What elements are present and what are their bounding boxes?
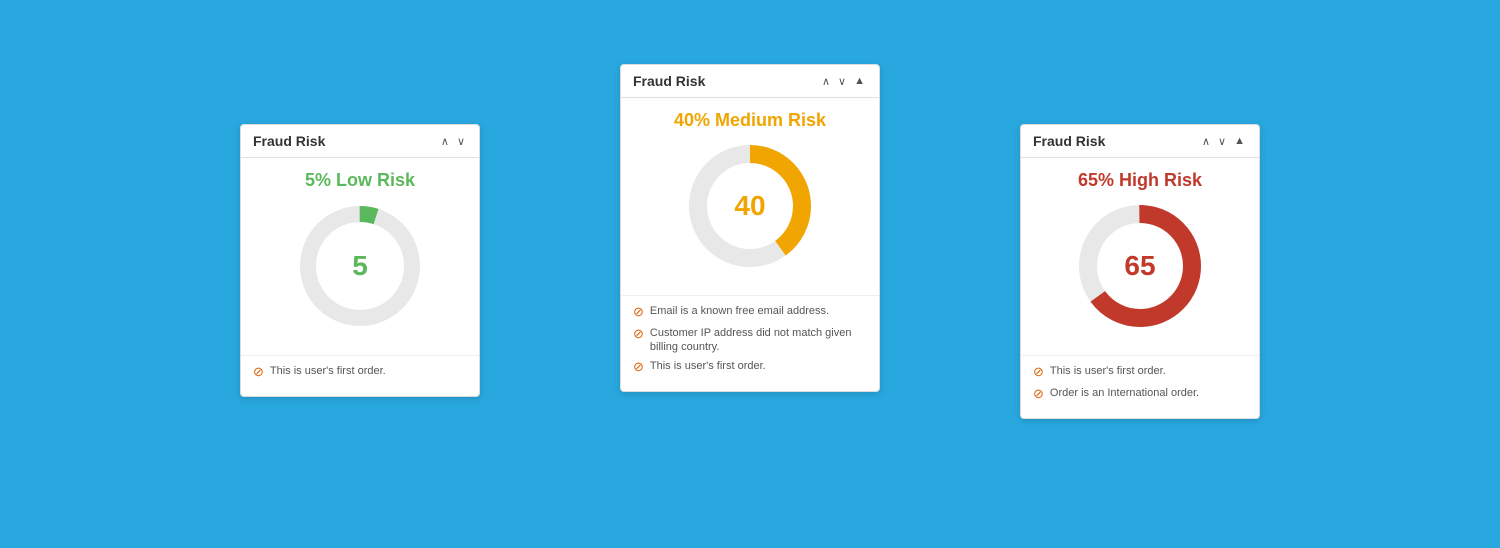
card-center-expand-btn[interactable]: ∨ — [836, 75, 848, 88]
card-right-expand-btn[interactable]: ∨ — [1216, 135, 1228, 148]
warning-icon-3: ⊘ — [633, 359, 644, 376]
card-center-donut: 40 — [685, 141, 815, 271]
warning-text: This is user's first order. — [270, 364, 386, 378]
warning-item-r2: ⊘ Order is an International order. — [1033, 386, 1247, 403]
warning-item-3: ⊘ This is user's first order. — [633, 359, 867, 376]
warning-icon-r1: ⊘ — [1033, 364, 1044, 381]
warning-text-r1: This is user's first order. — [1050, 364, 1166, 378]
card-low-risk: Fraud Risk ∧ ∨ 5% Low Risk 5 ⊘ This is u… — [240, 124, 480, 397]
card-right-controls: ∧ ∨ ▲ — [1200, 135, 1247, 148]
warning-icon-r2: ⊘ — [1033, 386, 1044, 403]
warning-text-1: Email is a known free email address. — [650, 304, 829, 318]
card-right-up-btn[interactable]: ▲ — [1232, 135, 1247, 147]
warning-item-r1: ⊘ This is user's first order. — [1033, 364, 1247, 381]
warning-text-r2: Order is an International order. — [1050, 386, 1199, 400]
card-left-collapse-btn[interactable]: ∧ — [439, 135, 451, 148]
card-right-value: 65 — [1124, 250, 1155, 282]
warning-item-2: ⊘ Customer IP address did not match give… — [633, 326, 867, 355]
card-high-risk: Fraud Risk ∧ ∨ ▲ 65% High Risk 65 ⊘ This… — [1020, 124, 1260, 419]
card-center-header: Fraud Risk ∧ ∨ ▲ — [621, 65, 879, 98]
card-left-donut: 5 — [295, 201, 425, 331]
card-center-up-btn[interactable]: ▲ — [852, 75, 867, 87]
card-center-warnings: ⊘ Email is a known free email address. ⊘… — [621, 295, 879, 391]
card-right-warnings: ⊘ This is user's first order. ⊘ Order is… — [1021, 355, 1259, 418]
card-left-controls: ∧ ∨ — [439, 135, 467, 148]
card-left-body: 5% Low Risk 5 — [241, 158, 479, 355]
card-left-title: Fraud Risk — [253, 133, 325, 149]
card-right-collapse-btn[interactable]: ∧ — [1200, 135, 1212, 148]
card-center-value: 40 — [734, 190, 765, 222]
card-left-value: 5 — [352, 250, 368, 282]
warning-text-3: This is user's first order. — [650, 359, 766, 373]
card-left-header: Fraud Risk ∧ ∨ — [241, 125, 479, 158]
card-right-title: Fraud Risk — [1033, 133, 1105, 149]
warning-item-1: ⊘ Email is a known free email address. — [633, 304, 867, 321]
card-right-header: Fraud Risk ∧ ∨ ▲ — [1021, 125, 1259, 158]
card-left-risk-label: 5% Low Risk — [257, 170, 463, 191]
card-medium-risk: Fraud Risk ∧ ∨ ▲ 40% Medium Risk 40 ⊘ Em… — [620, 64, 880, 392]
card-center-title: Fraud Risk — [633, 73, 705, 89]
card-center-risk-label: 40% Medium Risk — [637, 110, 863, 131]
warning-icon: ⊘ — [253, 364, 264, 381]
warning-icon-1: ⊘ — [633, 304, 644, 321]
card-left-expand-btn[interactable]: ∨ — [455, 135, 467, 148]
card-center-body: 40% Medium Risk 40 — [621, 98, 879, 295]
warning-item: ⊘ This is user's first order. — [253, 364, 467, 381]
warning-icon-2: ⊘ — [633, 326, 644, 343]
card-left-warnings: ⊘ This is user's first order. — [241, 355, 479, 396]
card-right-risk-label: 65% High Risk — [1037, 170, 1243, 191]
card-right-body: 65% High Risk 65 — [1021, 158, 1259, 355]
card-right-donut: 65 — [1075, 201, 1205, 331]
card-center-controls: ∧ ∨ ▲ — [820, 75, 867, 88]
card-center-collapse-btn[interactable]: ∧ — [820, 75, 832, 88]
warning-text-2: Customer IP address did not match given … — [650, 326, 867, 355]
cards-container: Fraud Risk ∧ ∨ 5% Low Risk 5 ⊘ This is u… — [400, 64, 1100, 484]
